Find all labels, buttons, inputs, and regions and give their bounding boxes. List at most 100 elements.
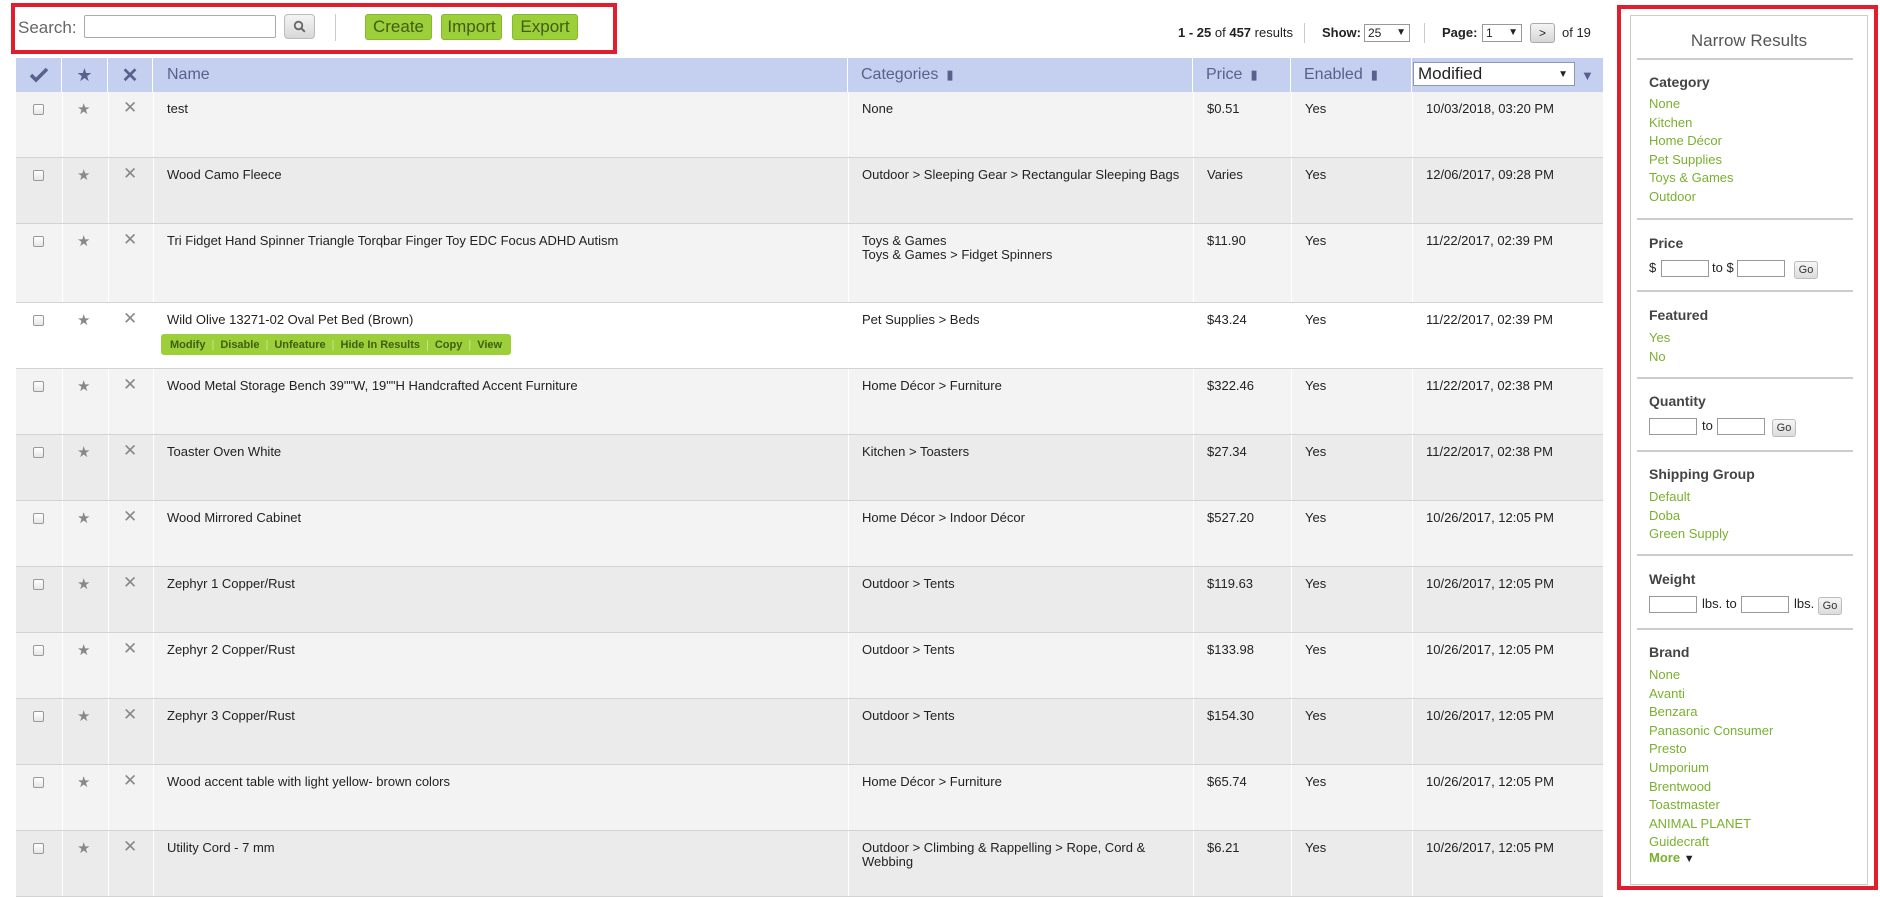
close-icon[interactable]: ✕ [123, 837, 137, 857]
row-action-copy[interactable]: Copy [429, 339, 469, 351]
category-filter-link[interactable]: Outdoor [1649, 189, 1696, 204]
product-name[interactable]: Zephyr 1 Copper/Rust [167, 577, 295, 591]
table-row[interactable]: ★ ✕ test None $0.51 Yes 10/03/2018, 03:2… [16, 92, 1603, 158]
star-icon[interactable]: ★ [77, 232, 90, 250]
column-price[interactable]: Price ▮ [1193, 58, 1291, 92]
quantity-min-input[interactable] [1649, 418, 1697, 435]
table-row[interactable]: ★ ✕ Toaster Oven White Kitchen > Toaster… [16, 435, 1603, 501]
table-row[interactable]: ★ ✕ Wood Camo Fleece Outdoor > Sleeping … [16, 158, 1603, 224]
table-row[interactable]: ★ ✕ Tri Fidget Hand Spinner Triangle Tor… [16, 224, 1603, 303]
category-filter-link[interactable]: Toys & Games [1649, 170, 1734, 185]
import-button[interactable]: Import [441, 14, 502, 40]
close-icon[interactable]: ✕ [123, 441, 137, 461]
row-select-checkbox[interactable] [33, 711, 44, 722]
featured-filter-link[interactable]: No [1649, 349, 1666, 364]
row-select-checkbox[interactable] [33, 170, 44, 181]
shipping-filter-link[interactable]: Green Supply [1649, 526, 1729, 541]
category-filter-link[interactable]: Kitchen [1649, 115, 1692, 130]
price-max-input[interactable] [1737, 260, 1785, 277]
row-select-checkbox[interactable] [33, 777, 44, 788]
row-action-view[interactable]: View [471, 339, 508, 351]
column-enabled[interactable]: Enabled ▮ [1291, 58, 1412, 92]
star-icon[interactable]: ★ [77, 311, 90, 329]
select-all-header[interactable] [16, 58, 62, 92]
star-icon[interactable]: ★ [77, 166, 90, 184]
star-icon[interactable]: ★ [77, 100, 90, 118]
table-row[interactable]: ★ ✕ Zephyr 2 Copper/Rust Outdoor > Tents… [16, 633, 1603, 699]
table-row[interactable]: ★ ✕ Wood Mirrored Cabinet Home Décor > I… [16, 501, 1603, 567]
brand-filter-link[interactable]: Brentwood [1649, 779, 1711, 794]
brand-filter-link[interactable]: Avanti [1649, 686, 1685, 701]
close-icon[interactable]: ✕ [123, 375, 137, 395]
star-icon[interactable]: ★ [62, 58, 108, 92]
featured-filter-link[interactable]: Yes [1649, 330, 1670, 345]
table-row[interactable]: ★ ✕ Utility Cord - 7 mm Outdoor > Climbi… [16, 831, 1603, 897]
star-icon[interactable]: ★ [77, 443, 90, 461]
search-button[interactable] [284, 14, 315, 39]
product-name[interactable]: Wild Olive 13271-02 Oval Pet Bed (Brown) [167, 313, 413, 327]
product-name[interactable]: Zephyr 2 Copper/Rust [167, 643, 295, 657]
row-select-checkbox[interactable] [33, 645, 44, 656]
table-row[interactable]: ★ ✕ Wood Metal Storage Bench 39""W, 19""… [16, 369, 1603, 435]
row-select-checkbox[interactable] [33, 104, 44, 115]
row-select-checkbox[interactable] [33, 843, 44, 854]
price-go-button[interactable]: Go [1794, 261, 1818, 279]
row-action-hide-in-results[interactable]: Hide In Results [335, 339, 426, 351]
row-action-disable[interactable]: Disable [214, 339, 265, 351]
column-options-icon[interactable]: ▼ [1581, 68, 1594, 83]
product-name[interactable]: Tri Fidget Hand Spinner Triangle Torqbar… [167, 234, 618, 248]
close-icon[interactable]: ✕ [123, 639, 137, 659]
quantity-max-input[interactable] [1717, 418, 1765, 435]
close-icon[interactable]: ✕ [123, 705, 137, 725]
brand-filter-link[interactable]: ANIMAL PLANET [1649, 816, 1751, 831]
brand-more-link[interactable]: More ▼ [1649, 850, 1695, 865]
product-name[interactable]: Toaster Oven White [167, 445, 281, 459]
table-row[interactable]: ★ ✕ Zephyr 1 Copper/Rust Outdoor > Tents… [16, 567, 1603, 633]
product-name[interactable]: Wood accent table with light yellow- bro… [167, 775, 450, 789]
brand-filter-link[interactable]: Panasonic Consumer [1649, 723, 1773, 738]
product-name[interactable]: Wood Mirrored Cabinet [167, 511, 301, 525]
close-icon[interactable]: ✕ [123, 164, 137, 184]
column-categories[interactable]: Categories ▮ [848, 58, 1193, 92]
weight-max-input[interactable] [1741, 596, 1789, 613]
brand-filter-link[interactable]: Presto [1649, 741, 1687, 756]
export-button[interactable]: Export [512, 14, 578, 40]
product-name[interactable]: Wood Camo Fleece [167, 168, 282, 182]
close-icon[interactable]: ✕ [108, 58, 153, 92]
product-name[interactable]: Utility Cord - 7 mm [167, 841, 275, 855]
close-icon[interactable]: ✕ [123, 771, 137, 791]
quantity-go-button[interactable]: Go [1772, 419, 1796, 437]
brand-filter-link[interactable]: Toastmaster [1649, 797, 1720, 812]
create-button[interactable]: Create [365, 14, 432, 40]
next-page-button[interactable]: > [1530, 23, 1555, 43]
close-icon[interactable]: ✕ [123, 573, 137, 593]
show-select[interactable]: 25 ▼ [1364, 24, 1410, 42]
row-select-checkbox[interactable] [33, 315, 44, 326]
column-name[interactable]: Name [153, 58, 848, 92]
row-select-checkbox[interactable] [33, 513, 44, 524]
close-icon[interactable]: ✕ [123, 507, 137, 527]
shipping-filter-link[interactable]: Doba [1649, 508, 1680, 523]
star-icon[interactable]: ★ [77, 509, 90, 527]
row-select-checkbox[interactable] [33, 447, 44, 458]
modified-column-select[interactable]: Modified ▼ [1413, 62, 1575, 86]
star-icon[interactable]: ★ [77, 707, 90, 725]
table-row[interactable]: ★ ✕ Wild Olive 13271-02 Oval Pet Bed (Br… [16, 303, 1603, 369]
product-name[interactable]: test [167, 102, 188, 116]
star-icon[interactable]: ★ [77, 575, 90, 593]
row-select-checkbox[interactable] [33, 381, 44, 392]
brand-filter-link[interactable]: None [1649, 667, 1680, 682]
star-icon[interactable]: ★ [77, 773, 90, 791]
close-icon[interactable]: ✕ [123, 230, 137, 250]
brand-filter-link[interactable]: Umporium [1649, 760, 1709, 775]
category-filter-link[interactable]: None [1649, 96, 1680, 111]
close-icon[interactable]: ✕ [123, 98, 137, 118]
star-icon[interactable]: ★ [77, 377, 90, 395]
star-icon[interactable]: ★ [77, 641, 90, 659]
category-filter-link[interactable]: Pet Supplies [1649, 152, 1722, 167]
row-action-unfeature[interactable]: Unfeature [268, 339, 331, 351]
product-name[interactable]: Wood Metal Storage Bench 39""W, 19""H Ha… [167, 379, 578, 393]
shipping-filter-link[interactable]: Default [1649, 489, 1690, 504]
row-select-checkbox[interactable] [33, 236, 44, 247]
category-filter-link[interactable]: Home Décor [1649, 133, 1722, 148]
